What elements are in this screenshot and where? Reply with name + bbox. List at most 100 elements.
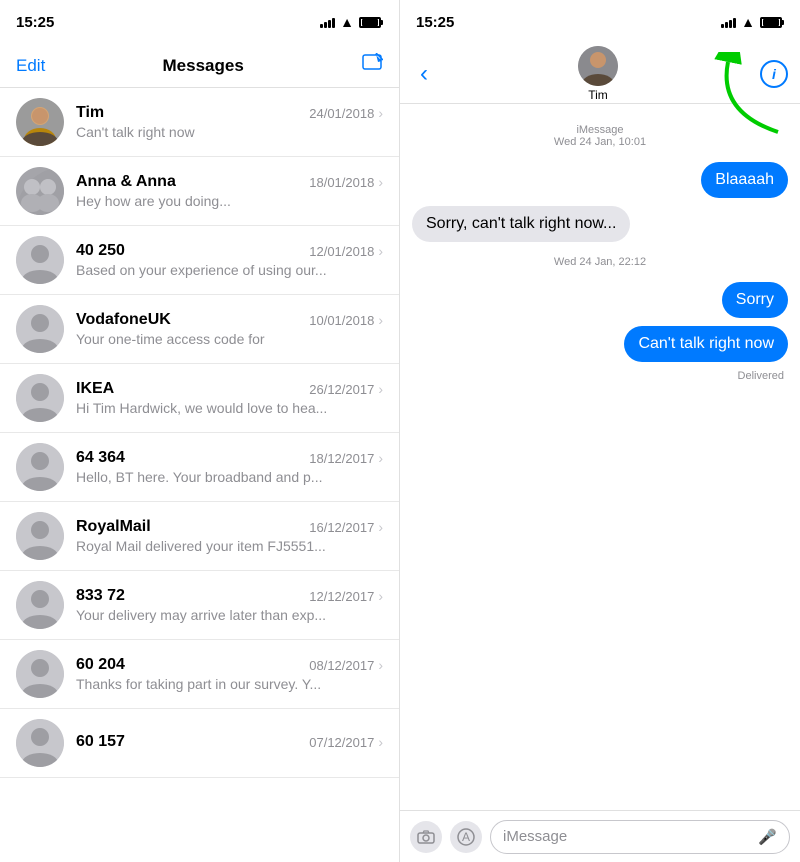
message-preview-64364: Hello, BT here. Your broadband and p...: [76, 469, 383, 485]
message-row-sorry: Sorry: [412, 282, 788, 318]
nav-bar-left: Edit Messages: [0, 44, 399, 88]
back-button[interactable]: ‹: [412, 56, 436, 92]
message-row-blaaaah: Blaaaah: [412, 162, 788, 198]
message-content-83372: 833 72 12/12/2017 › Your delivery may ar…: [76, 587, 383, 623]
message-item-royalmail[interactable]: RoyalMail 16/12/2017 › Royal Mail delive…: [0, 502, 399, 571]
wifi-icon-right: ▲: [741, 14, 755, 30]
chat-area: iMessage Wed 24 Jan, 10:01 Blaaaah Sorry…: [400, 104, 800, 810]
avatar-tim: [16, 98, 64, 146]
message-item-anna[interactable]: Anna & Anna 18/01/2018 › Hey how are you…: [0, 157, 399, 226]
avatar-royalmail: [16, 512, 64, 560]
bar4: [332, 18, 335, 28]
contact-name-60157: 60 157: [76, 733, 125, 751]
message-date-anna: 18/01/2018 ›: [309, 174, 383, 190]
avatar-anna: [16, 167, 64, 215]
signal-icon-right: [721, 16, 736, 28]
mic-icon: 🎤: [758, 828, 777, 846]
message-content-anna: Anna & Anna 18/01/2018 › Hey how are you…: [76, 173, 383, 209]
message-date-tim: 24/01/2018 ›: [309, 105, 383, 121]
chat-mid-timestamp: Wed 24 Jan, 22:12: [412, 256, 788, 268]
message-list: Tim 24/01/2018 › Can't talk right now: [0, 88, 399, 862]
message-date-83372: 12/12/2017 ›: [309, 588, 383, 604]
contact-name-64364: 64 364: [76, 449, 125, 467]
avatar-60204: [16, 650, 64, 698]
edit-button[interactable]: Edit: [16, 56, 45, 76]
message-item-40250[interactable]: 40 250 12/01/2018 › Based on your experi…: [0, 226, 399, 295]
message-date-40250: 12/01/2018 ›: [309, 243, 383, 259]
bar4r: [733, 18, 736, 28]
bubble-sorry: Sorry: [722, 282, 788, 318]
bar2r: [725, 22, 728, 28]
message-date-royalmail: 16/12/2017 ›: [309, 519, 383, 535]
battery-icon-right: [760, 17, 784, 28]
message-preview-60204: Thanks for taking part in our survey. Y.…: [76, 676, 383, 692]
avatar-83372: [16, 581, 64, 629]
bar2: [324, 22, 327, 28]
bubble-sorry-cant: Sorry, can't talk right now...: [412, 206, 630, 242]
contact-info-center[interactable]: Tim: [578, 46, 618, 102]
wifi-icon: ▲: [340, 14, 354, 30]
bar3: [328, 20, 331, 28]
delivered-label: Delivered: [412, 370, 788, 382]
message-date-60157: 07/12/2017 ›: [309, 734, 383, 750]
message-item-83372[interactable]: 833 72 12/12/2017 › Your delivery may ar…: [0, 571, 399, 640]
status-icons-left: ▲: [320, 14, 383, 30]
message-preview-royalmail: Royal Mail delivered your item FJ5551...: [76, 538, 383, 554]
bubble-cant-talk: Can't talk right now: [624, 326, 788, 362]
message-row-sorry-cant: Sorry, can't talk right now...: [412, 206, 788, 242]
contact-name-anna: Anna & Anna: [76, 173, 176, 191]
message-item-60157[interactable]: 60 157 07/12/2017 ›: [0, 709, 399, 778]
bar3r: [729, 20, 732, 28]
message-preview-40250: Based on your experience of using our...: [76, 262, 383, 278]
contact-name-ikea: IKEA: [76, 380, 114, 398]
message-content-royalmail: RoyalMail 16/12/2017 › Royal Mail delive…: [76, 518, 383, 554]
chat-header-timestamp: iMessage Wed 24 Jan, 10:01: [412, 124, 788, 148]
message-item-64364[interactable]: 64 364 18/12/2017 › Hello, BT here. Your…: [0, 433, 399, 502]
imessage-label: iMessage: [576, 124, 623, 136]
compose-icon[interactable]: [361, 53, 383, 79]
info-button[interactable]: i: [760, 60, 788, 88]
contact-avatar: [578, 46, 618, 86]
message-item-tim[interactable]: Tim 24/01/2018 › Can't talk right now: [0, 88, 399, 157]
message-item-60204[interactable]: 60 204 08/12/2017 › Thanks for taking pa…: [0, 640, 399, 709]
message-content-tim: Tim 24/01/2018 › Can't talk right now: [76, 104, 383, 140]
message-item-vodafone[interactable]: VodafoneUK 10/01/2018 › Your one-time ac…: [0, 295, 399, 364]
status-bar-right: 15:25 ▲: [400, 0, 800, 44]
nav-title: Messages: [163, 56, 244, 76]
message-preview-ikea: Hi Tim Hardwick, we would love to hea...: [76, 400, 383, 416]
time-right: 15:25: [416, 14, 454, 31]
message-content-60204: 60 204 08/12/2017 › Thanks for taking pa…: [76, 656, 383, 692]
signal-icon: [320, 16, 335, 28]
avatar-ikea: [16, 374, 64, 422]
input-bar: A iMessage 🎤: [400, 810, 800, 862]
appstore-button[interactable]: A: [450, 821, 482, 853]
avatar-64364: [16, 443, 64, 491]
svg-text:A: A: [462, 830, 470, 844]
message-row-cant-talk: Can't talk right now: [412, 326, 788, 362]
conversation-panel: 15:25 ▲ ‹: [400, 0, 800, 862]
bar1: [320, 24, 323, 28]
message-preview-tim: Can't talk right now: [76, 124, 383, 140]
message-content-40250: 40 250 12/01/2018 › Based on your experi…: [76, 242, 383, 278]
input-placeholder: iMessage: [503, 828, 567, 845]
status-bar-left: 15:25 ▲: [0, 0, 399, 44]
status-icons-right: ▲: [721, 14, 784, 30]
bar1r: [721, 24, 724, 28]
avatar-vodafone: [16, 305, 64, 353]
message-input-field[interactable]: iMessage 🎤: [490, 820, 790, 854]
message-date-vodafone: 10/01/2018 ›: [309, 312, 383, 328]
battery-icon: [359, 17, 383, 28]
avatar-60157: [16, 719, 64, 767]
message-item-ikea[interactable]: IKEA 26/12/2017 › Hi Tim Hardwick, we wo…: [0, 364, 399, 433]
contact-name-display: Tim: [588, 88, 608, 102]
nav-bar-right: ‹ Tim i: [400, 44, 800, 104]
contact-name-vodafone: VodafoneUK: [76, 311, 171, 329]
bubble-blaaaah: Blaaaah: [701, 162, 788, 198]
message-preview-vodafone: Your one-time access code for: [76, 331, 383, 347]
contact-name-tim: Tim: [76, 104, 104, 122]
camera-button[interactable]: [410, 821, 442, 853]
message-preview-anna: Hey how are you doing...: [76, 193, 383, 209]
header-date: Wed 24 Jan, 10:01: [554, 136, 646, 148]
message-date-ikea: 26/12/2017 ›: [309, 381, 383, 397]
message-date-60204: 08/12/2017 ›: [309, 657, 383, 673]
